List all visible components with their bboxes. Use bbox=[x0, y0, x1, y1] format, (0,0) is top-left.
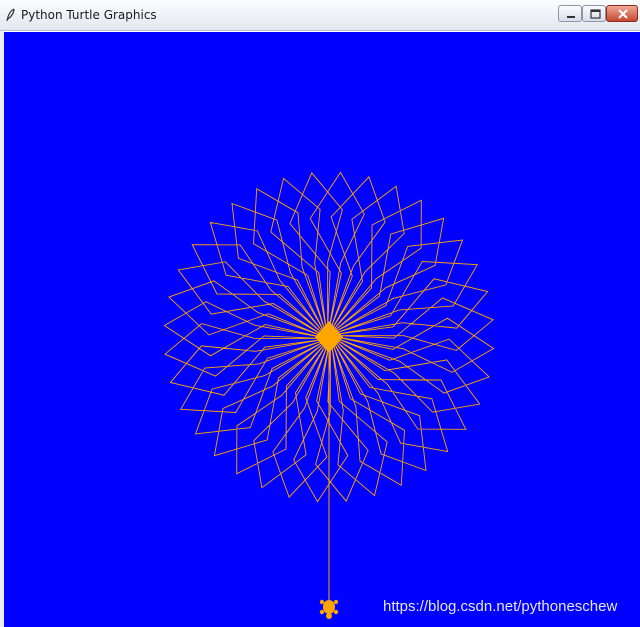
window-title: Python Turtle Graphics bbox=[21, 8, 157, 22]
feather-quill-icon bbox=[6, 8, 15, 22]
close-icon bbox=[618, 9, 628, 19]
turtle-drawing bbox=[163, 171, 495, 619]
minimize-button[interactable] bbox=[558, 5, 582, 22]
minimize-icon bbox=[567, 16, 575, 18]
maximize-icon bbox=[590, 9, 601, 19]
maximize-button[interactable] bbox=[582, 5, 606, 22]
turtle-canvas-area[interactable] bbox=[4, 31, 640, 627]
turtle-cursor-icon bbox=[319, 599, 339, 619]
close-button[interactable] bbox=[606, 5, 638, 22]
watermark-text: https://blog.csdn.net/pythoneschew bbox=[383, 598, 618, 615]
title-bar[interactable]: Python Turtle Graphics bbox=[0, 0, 640, 31]
turtle-window: Python Turtle Graphics https://blog.csdn… bbox=[0, 0, 640, 627]
